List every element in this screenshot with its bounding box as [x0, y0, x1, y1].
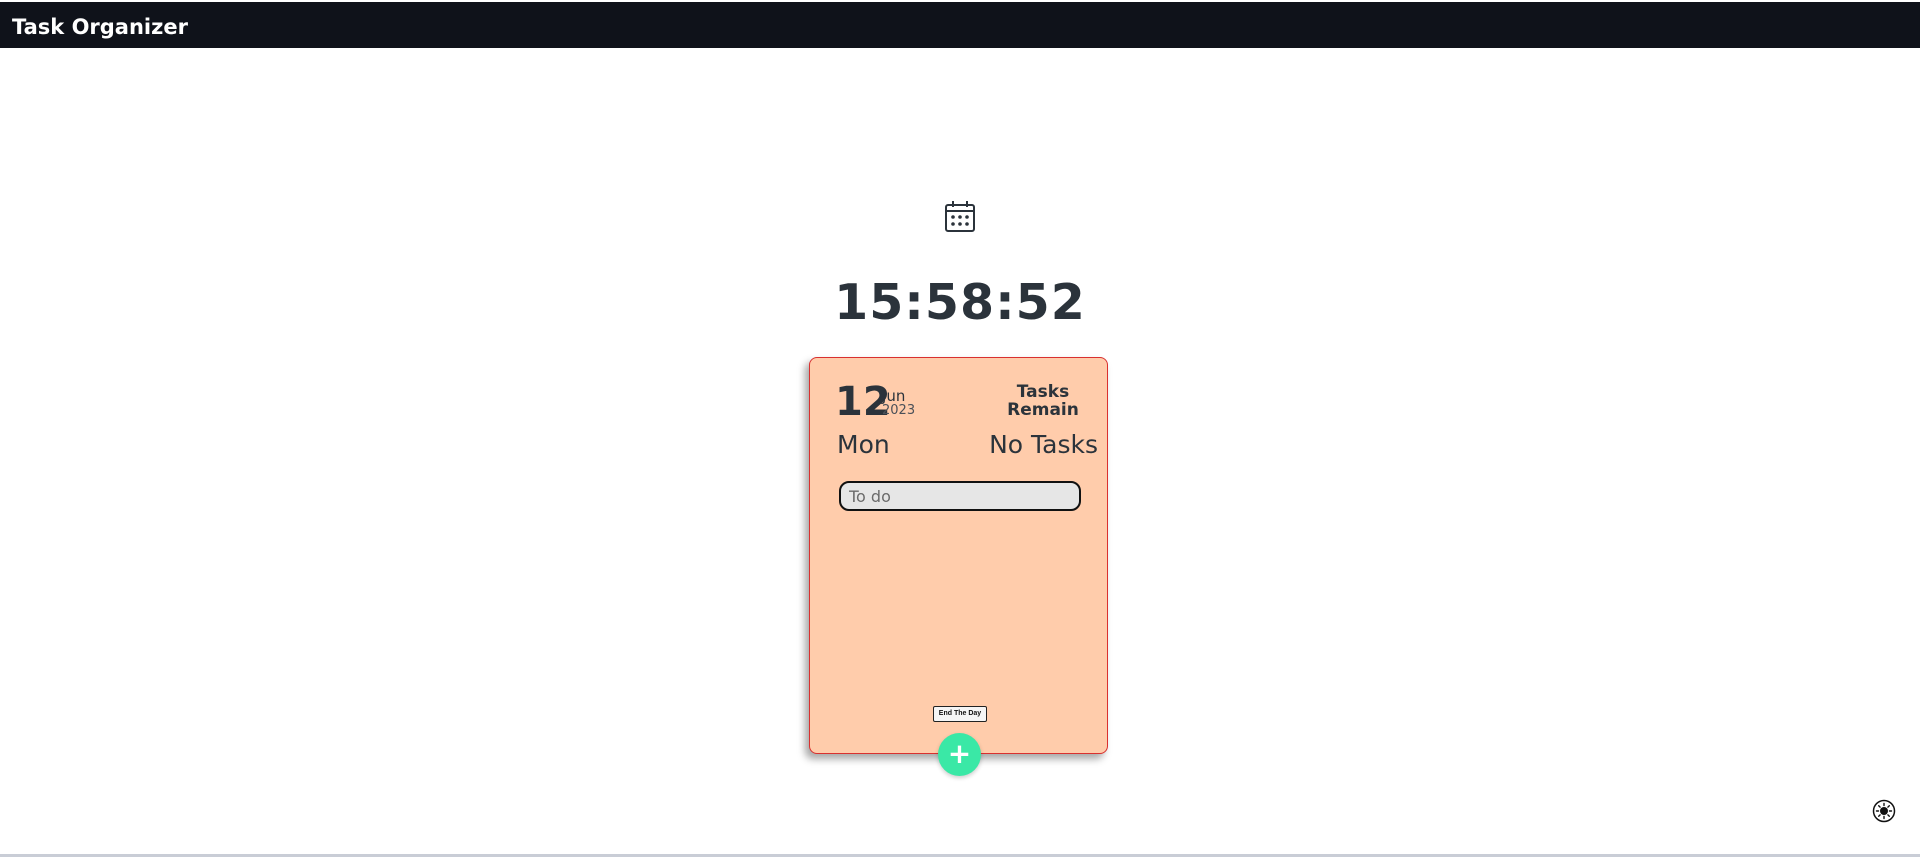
day-card: 12 Jun 2023 Mon Tasks Remain No Tasks En…: [809, 357, 1108, 754]
todo-input[interactable]: [839, 481, 1081, 511]
sun-icon: [1872, 799, 1896, 823]
clock: 15:58:52: [834, 274, 1086, 331]
weekday-label: Mon: [837, 430, 890, 459]
page: Task Organizer 15:58:52 12 Jun 2023 Mon …: [0, 0, 1920, 857]
app-title[interactable]: Task Organizer: [12, 15, 188, 39]
plus-icon: +: [947, 737, 972, 770]
end-day-button[interactable]: End The Day: [933, 706, 987, 722]
add-task-button[interactable]: +: [938, 733, 981, 776]
month-label: Jun: [882, 387, 906, 405]
year-label: 2023: [882, 403, 916, 418]
theme-toggle-button[interactable]: [1872, 799, 1896, 823]
tasks-count: No Tasks: [989, 430, 1098, 459]
calendar-icon[interactable]: [942, 199, 978, 235]
tasks-remain-title: Tasks Remain: [1007, 382, 1079, 420]
navbar: Task Organizer: [0, 2, 1920, 48]
